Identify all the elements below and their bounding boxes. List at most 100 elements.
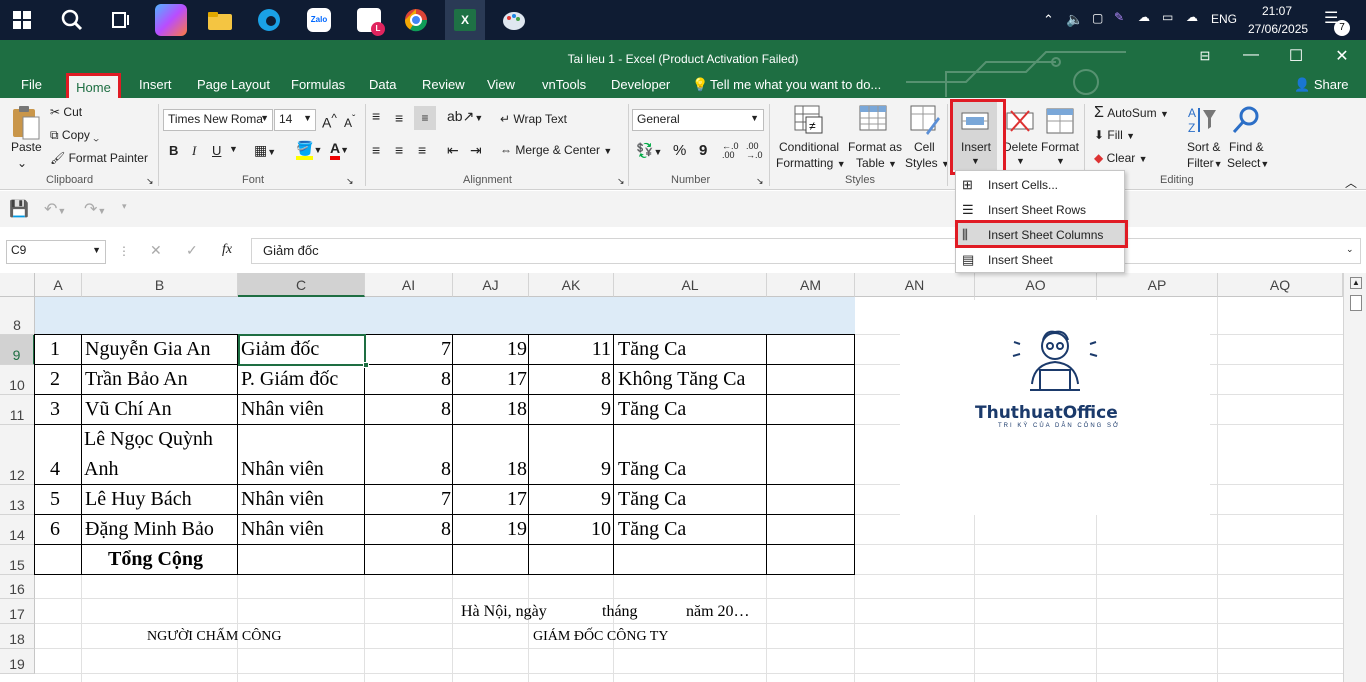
decrease-indent-icon[interactable]: ⇤ <box>447 142 459 159</box>
cell-stt[interactable]: 4 <box>50 458 60 481</box>
format-as-table-label[interactable]: Table ▼ <box>856 156 897 170</box>
format-as-table-button[interactable]: Format as <box>848 140 902 154</box>
cell-ak[interactable]: 10 <box>530 518 611 541</box>
increase-font-icon[interactable]: A^ <box>322 112 337 131</box>
sort-filter-button[interactable]: Sort & <box>1187 140 1220 154</box>
cell-aj[interactable]: 18 <box>454 398 527 421</box>
edge-icon[interactable] <box>253 4 285 36</box>
bold-button[interactable]: B <box>169 143 178 158</box>
column-header-an[interactable]: AN <box>855 273 975 297</box>
cell-stt[interactable]: 3 <box>50 398 60 421</box>
close-button[interactable]: ✕ <box>1327 46 1357 66</box>
cell-name[interactable]: Nguyễn Gia An <box>85 338 211 361</box>
cell-name[interactable]: Lê Huy Bách <box>85 488 192 511</box>
align-left-icon[interactable]: ≡ <box>372 142 380 158</box>
conditional-formatting-label[interactable]: Formatting ▼ <box>776 156 846 170</box>
cell-ak[interactable]: 9 <box>530 458 611 481</box>
cut-button[interactable]: ✂ Cut <box>50 105 82 119</box>
scroll-thumb[interactable] <box>1350 295 1362 311</box>
sort-filter-label[interactable]: Filter▼ <box>1187 156 1223 170</box>
row-header-18[interactable]: 18 <box>0 624 35 649</box>
clear-button[interactable]: ◆ Clear ▼ <box>1094 151 1148 165</box>
cell-position[interactable]: Nhân viên <box>241 458 324 481</box>
cell-ai[interactable]: 8 <box>366 458 451 481</box>
cell-aj[interactable]: 18 <box>454 458 527 481</box>
cell-name-line1[interactable]: Lê Ngọc Quỳnh <box>84 428 213 451</box>
search-icon[interactable] <box>56 4 88 36</box>
accounting-format-icon[interactable]: 💱▼ <box>636 142 662 159</box>
tab-formulas[interactable]: Formulas <box>291 77 345 92</box>
tab-file[interactable]: File <box>21 77 42 92</box>
fill-color-icon[interactable]: 🪣▼ <box>296 140 322 160</box>
cell-position[interactable]: Nhân viên <box>241 488 324 511</box>
year-label[interactable]: năm 20… <box>686 603 750 621</box>
cell-ak[interactable]: 8 <box>530 368 611 391</box>
number-launcher-icon[interactable]: ↘ <box>756 176 764 187</box>
cell-overtime[interactable]: Không Tăng Ca <box>618 368 745 391</box>
cell-ai[interactable]: 8 <box>366 398 451 421</box>
row-header-13[interactable]: 13 <box>0 485 35 515</box>
task-view-icon[interactable] <box>104 4 136 36</box>
cell-position[interactable]: P. Giám đốc <box>241 368 338 391</box>
confirm-entry-icon[interactable]: ✓ <box>186 242 198 259</box>
select-all-corner[interactable] <box>0 273 35 297</box>
ribbon-display-options-icon[interactable]: ⊟ <box>1190 48 1220 64</box>
delete-dropdown-icon[interactable]: ▼ <box>1016 156 1025 166</box>
column-header-am[interactable]: AM <box>767 273 855 297</box>
cell-styles-icon[interactable] <box>909 104 941 136</box>
cell-ak[interactable]: 9 <box>530 488 611 511</box>
cell-position[interactable]: Nhân viên <box>241 398 324 421</box>
row-header-8[interactable]: 8 <box>0 297 35 335</box>
zalo-icon[interactable]: Zalo <box>303 4 335 36</box>
network-icon[interactable]: ▭ <box>1162 10 1173 24</box>
tab-data[interactable]: Data <box>369 77 396 92</box>
insert-sheet-rows-item[interactable]: ☰ Insert Sheet Rows <box>956 198 1124 222</box>
excel-taskbar-icon[interactable]: X <box>445 0 485 40</box>
scroll-up-icon[interactable]: ▲ <box>1350 277 1362 289</box>
clipboard-launcher-icon[interactable]: ↘ <box>146 176 154 187</box>
pen-icon[interactable]: ✎ <box>1114 10 1124 24</box>
selected-cell-c9[interactable] <box>238 334 366 366</box>
cell-position[interactable]: Nhân viên <box>241 518 324 541</box>
font-size-box[interactable]: 14 ▼ <box>274 109 316 131</box>
row-header-14[interactable]: 14 <box>0 515 35 545</box>
total-label[interactable]: Tổng Cộng <box>108 548 203 571</box>
redo-icon[interactable]: ↷▼ <box>84 199 106 219</box>
font-launcher-icon[interactable]: ↘ <box>346 176 354 187</box>
wrap-text-button[interactable]: ↵ Wrap Text <box>500 112 567 126</box>
paste-dropdown-icon[interactable]: ⌄ <box>17 156 27 170</box>
merge-center-button[interactable]: ⇔ Merge & Center ▼ <box>500 143 612 157</box>
cell-stt[interactable]: 5 <box>50 488 60 511</box>
customize-qat-icon[interactable]: ▾ <box>122 201 127 212</box>
middle-align-icon[interactable]: ≡ <box>395 110 403 126</box>
autosum-button[interactable]: Σ AutoSum ▼ <box>1094 104 1169 122</box>
conditional-formatting-button[interactable]: Conditional <box>779 140 839 154</box>
format-button[interactable]: Format <box>1041 140 1079 154</box>
percent-button[interactable]: % <box>673 142 686 159</box>
clock-time[interactable]: 21:07 <box>1262 4 1292 18</box>
month-label[interactable]: tháng <box>602 603 638 621</box>
cell-stt[interactable]: 2 <box>50 368 60 391</box>
cell-overtime[interactable]: Tăng Ca <box>618 338 686 361</box>
cell-overtime[interactable]: Tăng Ca <box>618 518 686 541</box>
tab-page-layout[interactable]: Page Layout <box>197 77 270 92</box>
tab-insert[interactable]: Insert <box>139 77 172 92</box>
column-header-a[interactable]: A <box>35 273 82 297</box>
tray-chevron-icon[interactable]: ⌃ <box>1043 12 1054 28</box>
tab-review[interactable]: Review <box>422 77 465 92</box>
language-indicator[interactable]: ENG <box>1211 12 1237 26</box>
font-name-box[interactable]: Times New Roma ▼ <box>163 109 273 131</box>
column-header-ai[interactable]: AI <box>365 273 453 297</box>
chrome-icon[interactable] <box>400 4 432 36</box>
tell-me-search[interactable]: Tell me what you want to do... <box>710 77 881 92</box>
insert-function-button[interactable]: fx <box>222 242 232 258</box>
row-header-9[interactable]: 9 <box>0 335 35 365</box>
speaker-icon[interactable]: 🔈 <box>1066 11 1083 28</box>
align-right-icon[interactable]: ≡ <box>418 142 426 158</box>
font-color-icon[interactable]: A▼ <box>330 140 349 160</box>
find-select-label[interactable]: Select▼ <box>1227 156 1269 170</box>
collapse-ribbon-icon[interactable]: ︿ <box>1345 174 1357 191</box>
name-box[interactable]: C9 ▼ <box>6 240 106 264</box>
tab-developer[interactable]: Developer <box>611 77 670 92</box>
cell-aj[interactable]: 17 <box>454 488 527 511</box>
